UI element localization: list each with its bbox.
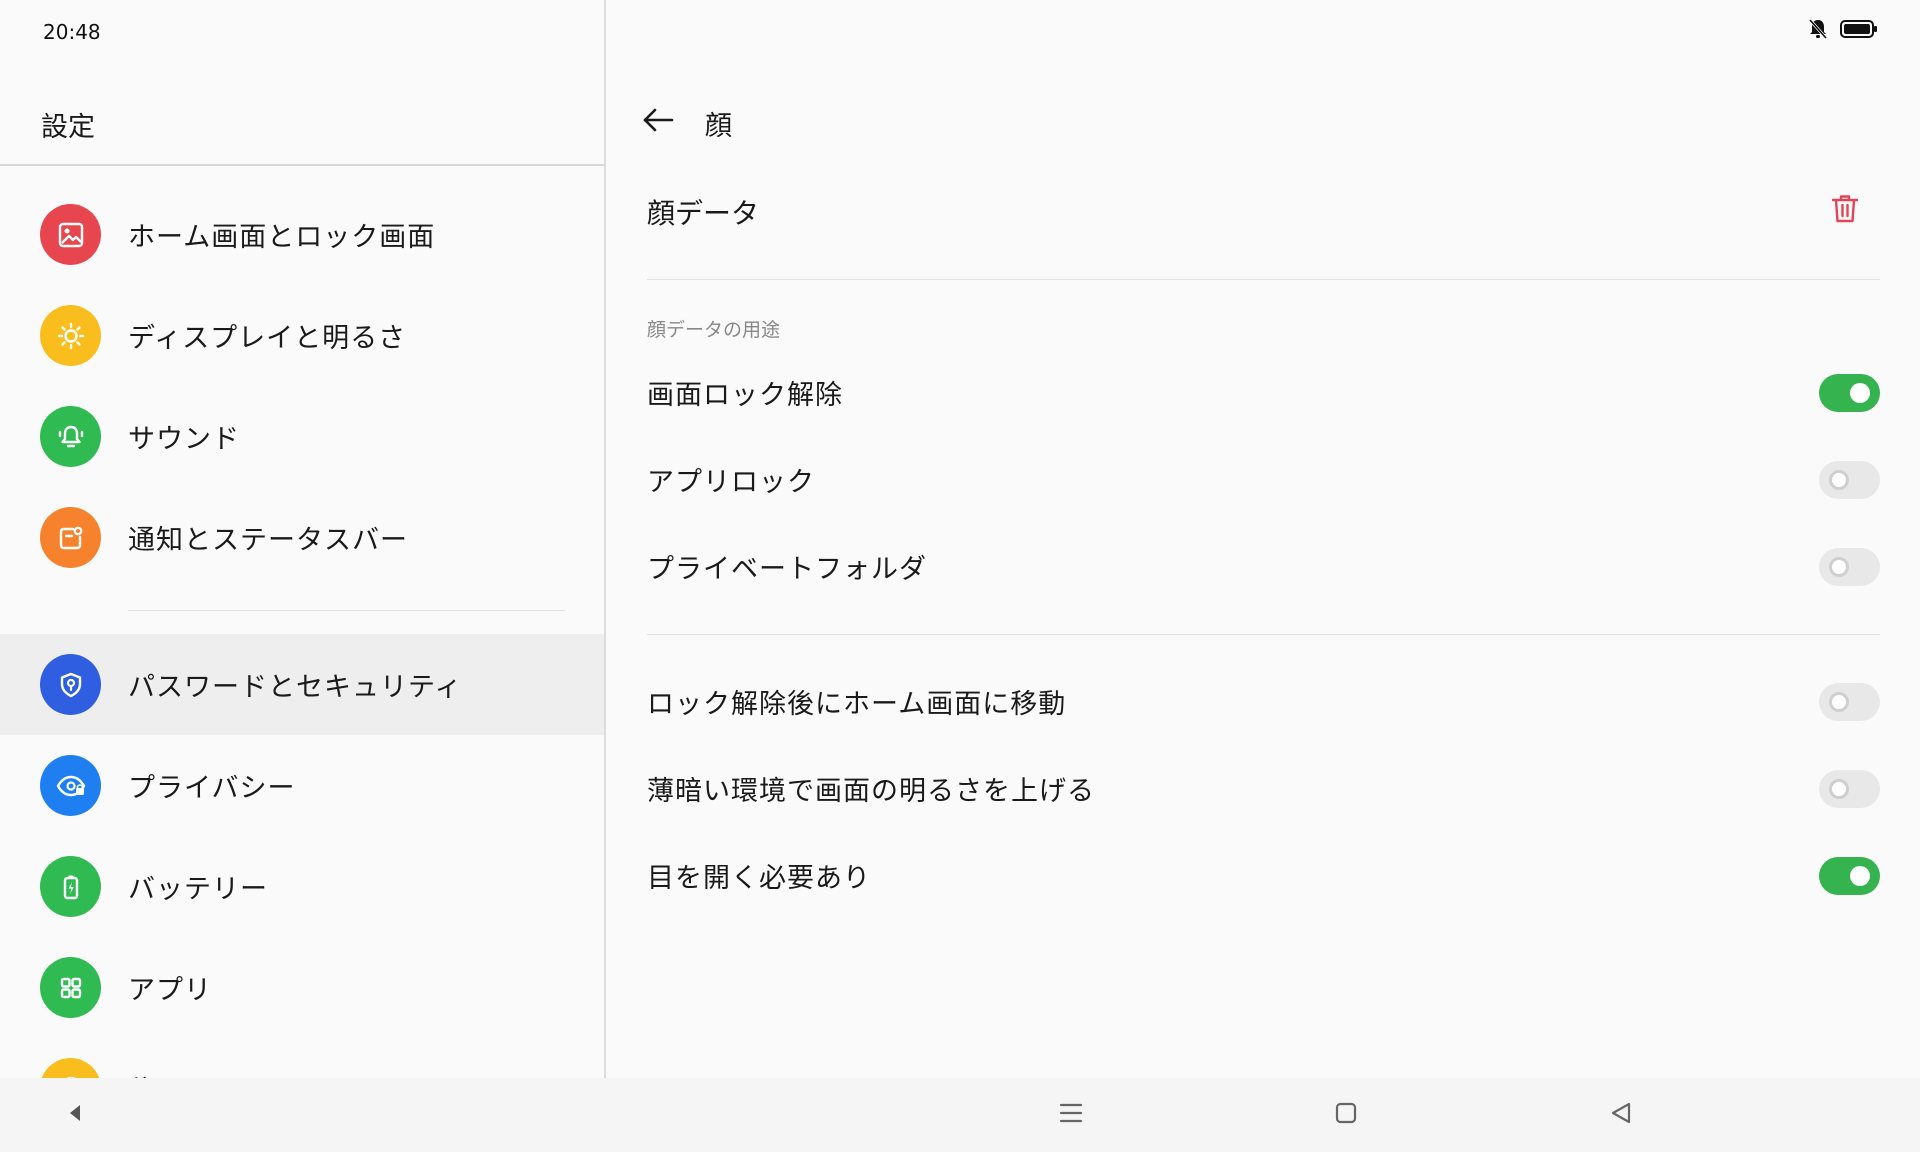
setting-row-go-home-after-unlock[interactable]: ロック解除後にホーム画面に移動	[608, 662, 1880, 742]
setting-row-eyes-open-required[interactable]: 目を開く必要あり	[608, 836, 1880, 916]
setting-row-brighten-in-dim-light[interactable]: 薄暗い環境で画面の明るさを上げる	[608, 749, 1880, 829]
sidebar-item-label: プライバシー	[128, 773, 296, 804]
sidebar-item-battery[interactable]: バッテリー	[0, 836, 604, 937]
sidebar-item-privacy[interactable]: プライバシー	[0, 735, 604, 836]
toggle-knob	[1850, 866, 1870, 886]
settings-list-pane: 設定 ホーム画面とロック画面 ディスプレイと明るさ サウンド 通知とステータスバ	[0, 0, 606, 1078]
sidebar-item-label: パスワードとセキュリティ	[128, 672, 463, 703]
trash-icon	[1831, 194, 1859, 228]
toggle-knob	[1829, 692, 1849, 712]
setting-label: 画面ロック解除	[647, 380, 843, 411]
menu-icon	[1058, 1101, 1084, 1129]
sun-icon	[40, 305, 101, 366]
back-button[interactable]	[640, 104, 676, 140]
recent-apps-button[interactable]	[1054, 1098, 1088, 1132]
image-icon	[40, 204, 101, 265]
header-divider	[0, 164, 604, 166]
sidebar-item-home-lock-screen[interactable]: ホーム画面とロック画面	[0, 184, 604, 285]
sidebar-item-label: バッテリー	[128, 874, 268, 905]
sidebar-item-notifications[interactable]: 通知とステータスバー	[0, 487, 604, 588]
setting-label: 目を開く必要あり	[647, 863, 871, 894]
sidebar-item-label: ホーム画面とロック画面	[128, 222, 436, 253]
face-settings-pane: 顔 顔データ 顔データの用途 画面ロック解除 アプリロック プライベートフォルダ…	[608, 0, 1920, 1078]
delete-face-data-button[interactable]	[1828, 194, 1862, 228]
back-triangle-icon	[1609, 1101, 1633, 1129]
setting-row-app-lock[interactable]: アプリロック	[608, 440, 1880, 520]
setting-row-screen-unlock[interactable]: 画面ロック解除	[608, 353, 1880, 433]
sidebar-item-label: 位置	[128, 1069, 184, 1078]
apps-grid-icon	[40, 957, 101, 1018]
location-icon	[40, 1058, 101, 1078]
back-nav-button[interactable]	[1604, 1098, 1638, 1132]
app-lock-toggle[interactable]	[1819, 461, 1880, 499]
sidebar-item-location[interactable]: 位置	[0, 1038, 604, 1078]
section-header: 顔データの用途	[647, 319, 781, 341]
section-divider	[647, 634, 1880, 635]
go-home-after-unlock-toggle[interactable]	[1819, 683, 1880, 721]
notification-icon	[40, 507, 101, 568]
triangle-left-small-icon	[67, 1103, 83, 1127]
sidebar-item-label: 通知とステータスバー	[128, 525, 408, 556]
sidebar-item-label: アプリ	[128, 975, 212, 1006]
left-pane-title: 設定	[41, 112, 95, 143]
toggle-knob	[1829, 779, 1849, 799]
sidebar-item-apps[interactable]: アプリ	[0, 937, 604, 1038]
brighten-in-dim-light-toggle[interactable]	[1819, 770, 1880, 808]
sidebar-item-sound[interactable]: サウンド	[0, 386, 604, 487]
home-button[interactable]	[1329, 1098, 1363, 1132]
sidebar-item-password-security[interactable]: パスワードとセキュリティ	[0, 634, 604, 735]
setting-label: アプリロック	[647, 467, 815, 498]
battery-icon	[40, 856, 101, 917]
sidebar-item-label: ディスプレイと明るさ	[128, 323, 407, 354]
toggle-knob	[1829, 470, 1849, 490]
face-data-label: 顔データ	[647, 197, 760, 230]
home-square-icon	[1334, 1101, 1358, 1129]
toggle-knob	[1829, 557, 1849, 577]
screen-unlock-toggle[interactable]	[1819, 374, 1880, 412]
setting-label: 薄暗い環境で画面の明るさを上げる	[647, 776, 1095, 807]
eye-lock-icon	[40, 755, 101, 816]
private-folder-toggle[interactable]	[1819, 548, 1880, 586]
page-title: 顔	[705, 111, 732, 142]
setting-label: プライベートフォルダ	[647, 554, 927, 585]
setting-row-private-folder[interactable]: プライベートフォルダ	[608, 527, 1880, 607]
settings-screen: 20:48 設定 ホーム画面とロック画面 ディスプレイと明るさ サウンド 通知と…	[0, 0, 1920, 1152]
hide-nav-button[interactable]	[58, 1098, 92, 1132]
shield-icon	[40, 654, 101, 715]
sidebar-item-label: サウンド	[128, 424, 240, 455]
setting-label: ロック解除後にホーム画面に移動	[647, 689, 1067, 720]
bell-icon	[40, 406, 101, 467]
group-divider	[128, 610, 565, 611]
toggle-knob	[1850, 383, 1870, 403]
face-data-row[interactable]: 顔データ	[608, 170, 1880, 280]
eyes-open-required-toggle[interactable]	[1819, 857, 1880, 895]
sidebar-item-display-brightness[interactable]: ディスプレイと明るさ	[0, 285, 604, 386]
arrow-left-icon	[642, 108, 674, 136]
section-divider	[647, 279, 1880, 280]
navigation-bar	[0, 1078, 1920, 1152]
